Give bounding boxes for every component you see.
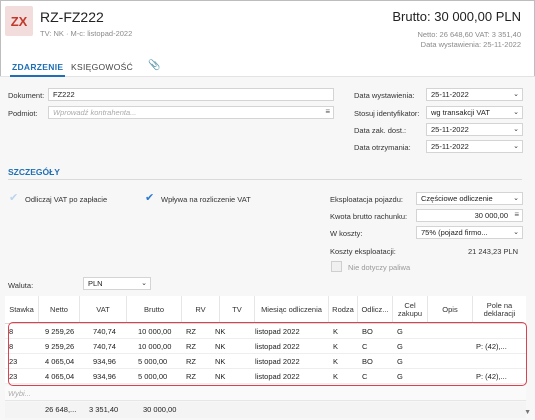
issue-date-field[interactable]: 25-11-2022 ⌄ [426,88,523,101]
table-header: Stawka Netto VAT Brutto RV TV Miesiąc od… [5,296,526,324]
chevron-down-icon: ⌄ [513,229,519,236]
net-vat-summary: Netto: 26 648,60 VAT: 3 351,40 [417,30,521,39]
document-subtitle: TV: NK · M-c: listopad-2022 [40,29,133,38]
vehicle-label: Eksploatacja pojazdu: [330,195,403,204]
no-fuel-checkbox[interactable] [331,261,342,272]
column-header[interactable]: Miesiąc odliczenia [255,296,329,324]
costs-select[interactable]: 75% (pojazd firmo... ⌄ [416,226,523,239]
chevron-down-icon: ⌄ [513,91,519,98]
affects-vat-label: Wpływa na rozliczenie VAT [161,195,251,204]
chevron-down-icon: ⌄ [141,280,147,287]
contractor-field[interactable]: Wprowadź kontrahenta... ≡ [48,106,334,119]
column-header[interactable]: Brutto [127,296,182,324]
operating-costs-label: Koszty eksploatacji: [330,247,396,256]
costs-label: W koszty: [330,229,363,238]
column-header[interactable]: VAT [80,296,127,324]
scroll-down-icon[interactable]: ▼ [524,409,531,416]
issue-date-label: Data wystawienia: [354,91,415,100]
total-vat: 3 351,40 [89,405,119,414]
column-header[interactable]: Pole na deklaracji [473,296,526,324]
gross-amount-field[interactable]: 30 000,00 ≡ [416,209,523,222]
delivery-date-field[interactable]: 25-11-2022 ⌄ [426,123,523,136]
document-field[interactable]: FZ222 [48,88,334,101]
currency-select[interactable]: PLN ⌄ [83,277,151,290]
tab-event[interactable]: ZDARZENIE [9,62,66,77]
delivery-date-label: Data zak. dost.: [354,126,407,135]
contractor-label: Podmiot: [8,109,38,118]
gross-total: Brutto: 30 000,00 PLN [392,9,521,24]
details-section-title: SZCZEGÓŁY [8,167,60,177]
section-divider [8,179,522,180]
gross-amount-label: Kwota brutto rachunku: [330,212,408,221]
column-header[interactable]: Rodza [329,296,358,324]
column-header[interactable]: Netto [39,296,80,324]
column-header[interactable]: Stawka [5,296,39,324]
receipt-date-label: Data otrzymania: [354,143,411,152]
vat-after-payment-label: Odliczaj VAT po zapłacie [25,195,108,204]
new-row[interactable]: Wybi... [5,386,526,401]
chevron-down-icon: ⌄ [513,143,519,150]
list-icon[interactable]: ≡ [325,107,330,116]
receipt-date-field[interactable]: 25-11-2022 ⌄ [426,140,523,153]
total-gross: 30 000,00 [143,405,177,414]
chevron-down-icon: ⌄ [513,109,519,116]
column-header[interactable]: RV [182,296,220,324]
column-header[interactable]: Odlicz... [358,296,393,324]
column-header[interactable]: TV [220,296,255,324]
chevron-down-icon: ⌄ [513,195,519,202]
paperclip-icon[interactable]: 📎 [148,60,160,71]
tab-bar: ZDARZENIE KSIĘGOWOŚĆ 📎 [0,57,535,77]
document-label: Dokument: [8,91,45,100]
totals-row: 26 648,... 3 351,40 30 000,00 [5,402,526,418]
document-title: RZ-FZ222 [40,9,104,25]
tab-accounting[interactable]: KSIĘGOWOŚĆ [71,62,133,72]
no-fuel-label: Nie dotyczy paliwa [348,263,411,272]
vehicle-select[interactable]: Częściowe odliczenie ⌄ [416,192,523,205]
document-type-logo: ZX [5,6,33,36]
column-header[interactable]: Cel zakupu [393,296,428,324]
vat-after-payment-checkbox[interactable]: ✔ [9,193,20,204]
issue-date-summary: Data wystawienia: 25-11-2022 [420,40,521,49]
selected-rows-highlight [8,322,527,386]
identifier-label: Stosuj identyfikator: [354,109,420,118]
identifier-select[interactable]: wg transakcji VAT ⌄ [426,106,523,119]
column-header[interactable]: Opis [428,296,473,324]
affects-vat-checkbox[interactable]: ✔ [145,193,156,204]
currency-label: Waluta: [8,281,34,290]
operating-costs-value: 21 243,23 PLN [468,247,519,256]
list-icon: ≡ [514,210,519,219]
new-row-placeholder: Wybi... [8,389,31,398]
chevron-down-icon: ⌄ [513,126,519,133]
total-net: 26 648,... [45,405,77,414]
